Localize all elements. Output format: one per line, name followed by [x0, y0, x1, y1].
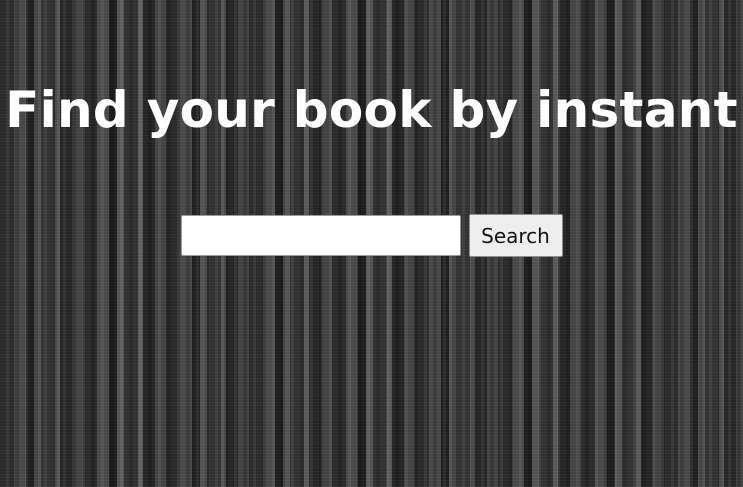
search-input[interactable] — [180, 215, 461, 256]
search-button[interactable]: Search — [468, 214, 563, 257]
page-title: Find your book by instant — [5, 81, 738, 139]
search-form: Search — [0, 214, 743, 257]
